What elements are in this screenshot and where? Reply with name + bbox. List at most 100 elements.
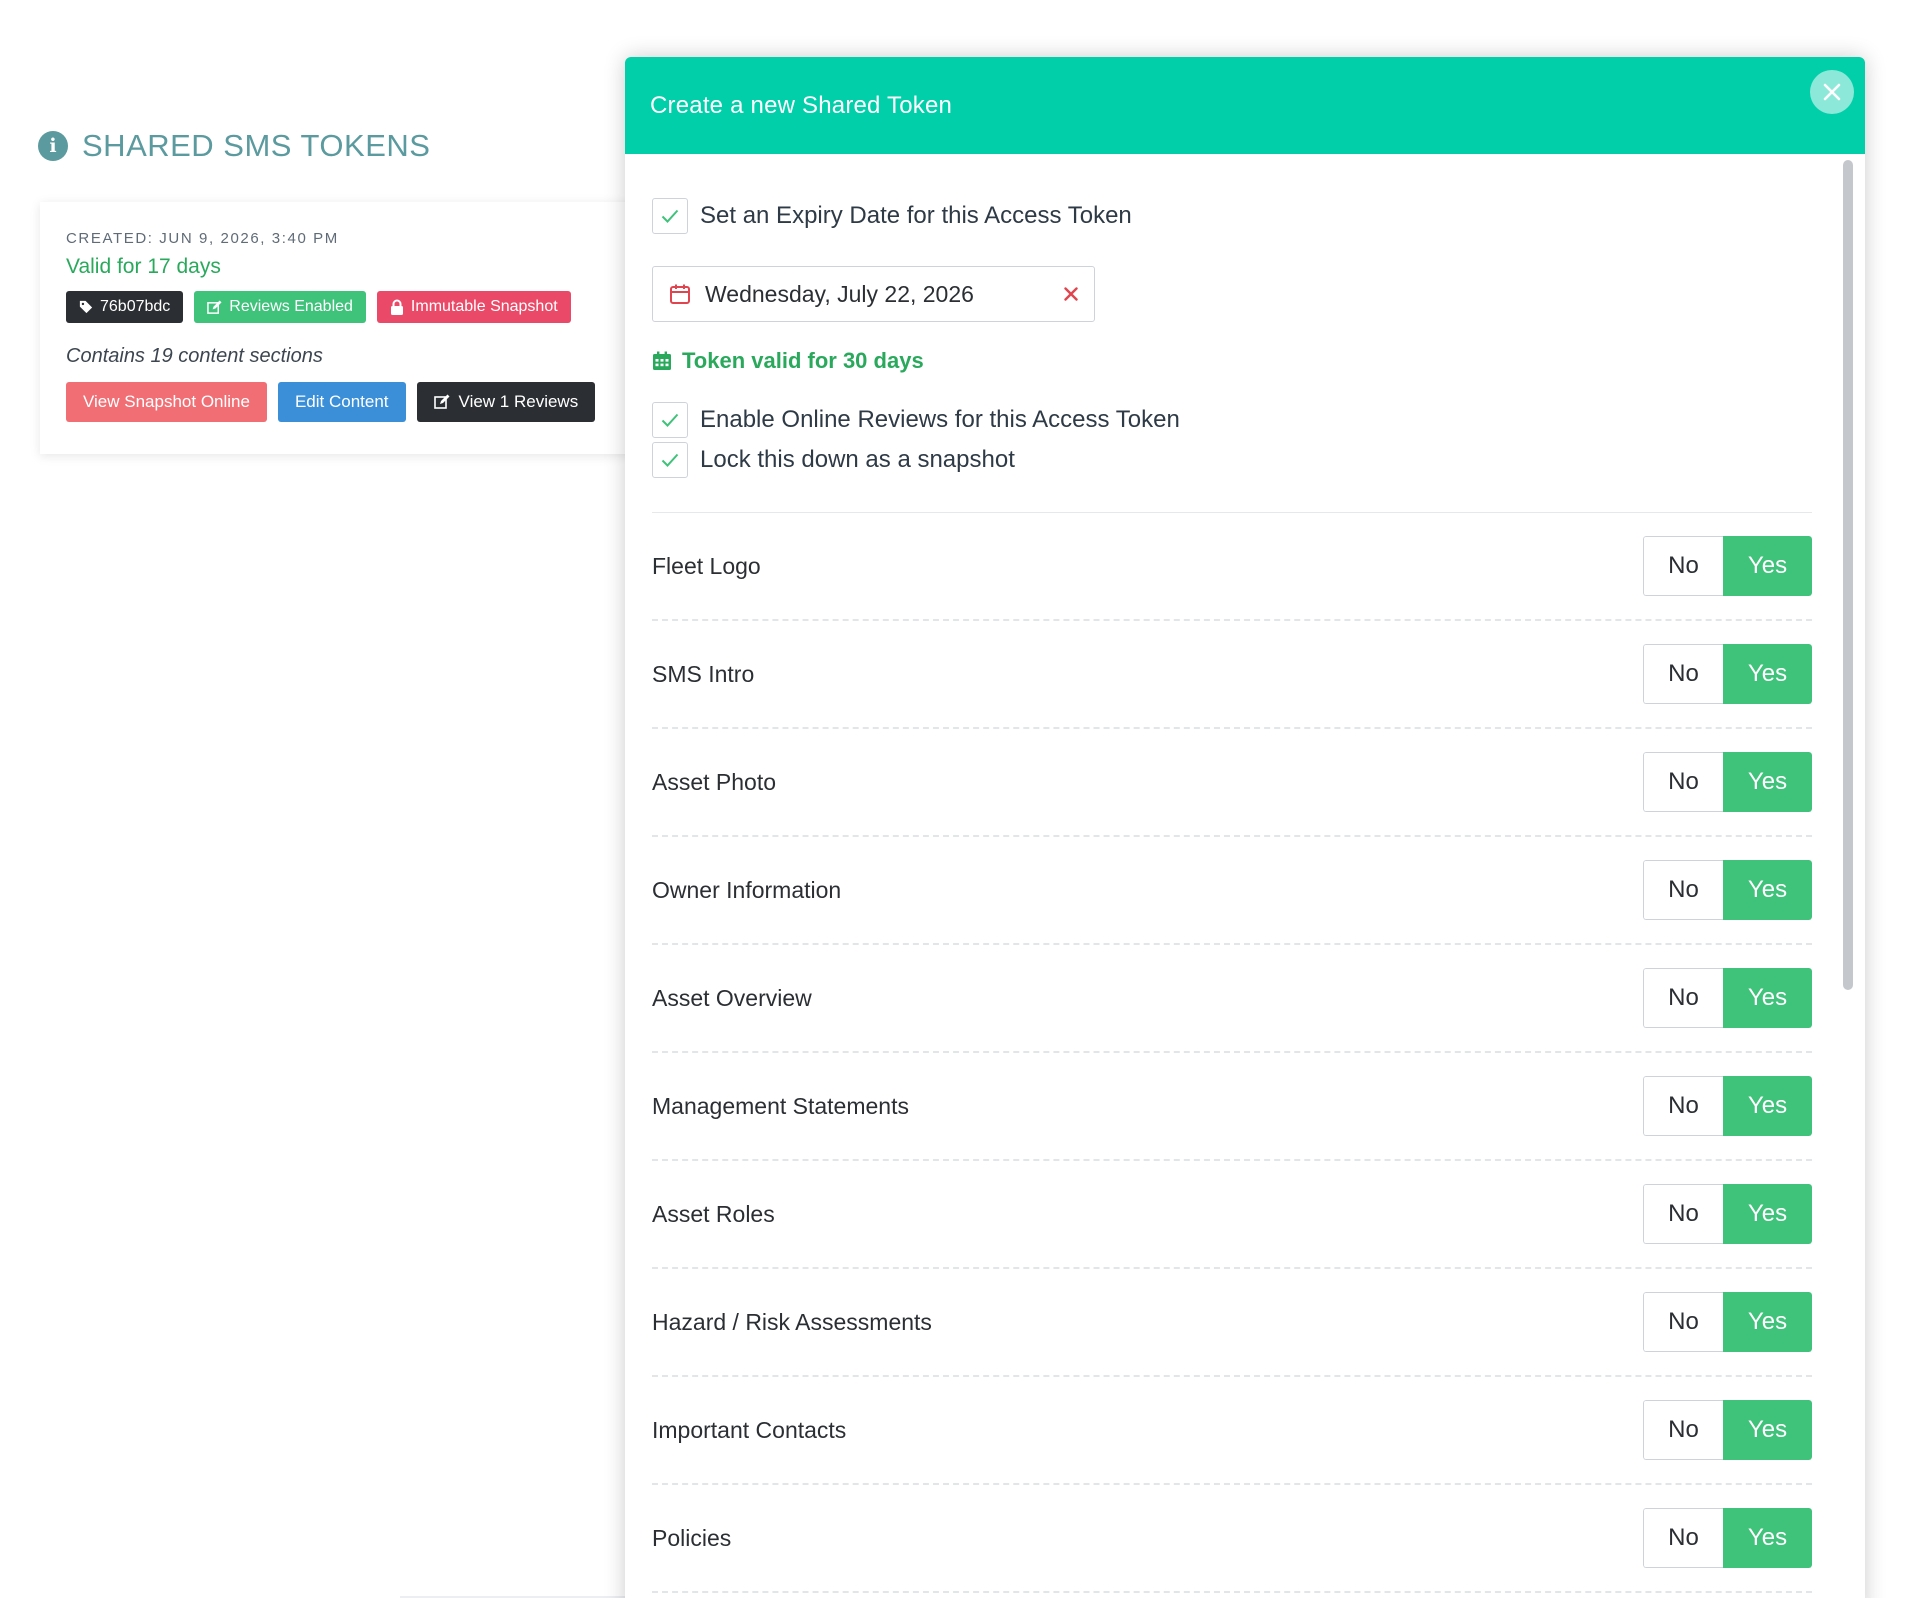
section-row: SMS Intro No Yes bbox=[652, 621, 1812, 729]
section-toggle: No Yes bbox=[1643, 860, 1812, 920]
close-button[interactable] bbox=[1810, 70, 1854, 114]
reviews-enabled-text: Reviews Enabled bbox=[229, 298, 353, 315]
expiry-date-value: Wednesday, July 22, 2026 bbox=[705, 280, 974, 307]
section-label: Fleet Logo bbox=[652, 552, 761, 579]
section-toggle: No Yes bbox=[1643, 1184, 1812, 1244]
expiry-date-option: Set an Expiry Date for this Access Token bbox=[652, 196, 1865, 236]
toggle-no-button[interactable]: No bbox=[1643, 1184, 1723, 1244]
section-label: Asset Overview bbox=[652, 984, 812, 1011]
token-badges: 76b07bdc Reviews Enabled Immutable Snaps… bbox=[66, 291, 640, 323]
section-row: Management Statements No Yes bbox=[652, 1053, 1812, 1161]
reviews-checkbox[interactable] bbox=[652, 402, 688, 438]
section-label: Policies bbox=[652, 1524, 732, 1551]
section-toggle: No Yes bbox=[1643, 752, 1812, 812]
toggle-no-button[interactable]: No bbox=[1643, 1076, 1723, 1136]
toggle-no-button[interactable]: No bbox=[1643, 644, 1723, 704]
section-toggle: No Yes bbox=[1643, 644, 1812, 704]
expiry-date-label: Set an Expiry Date for this Access Token bbox=[700, 202, 1132, 229]
check-icon bbox=[661, 453, 679, 467]
section-label: SMS Intro bbox=[652, 660, 755, 687]
token-card: CREATED: JUN 9, 2026, 3:40 PM Valid for … bbox=[40, 202, 640, 454]
section-row: Important Contacts No Yes bbox=[652, 1377, 1812, 1485]
section-row: Asset Roles No Yes bbox=[652, 1161, 1812, 1269]
section-row: Owner Information No Yes bbox=[652, 837, 1812, 945]
toggle-no-button[interactable]: No bbox=[1643, 536, 1723, 596]
section-toggle: No Yes bbox=[1643, 968, 1812, 1028]
section-toggle: No Yes bbox=[1643, 1508, 1812, 1568]
toggle-no-button[interactable]: No bbox=[1643, 752, 1723, 812]
modal-title: Create a new Shared Token bbox=[650, 91, 953, 119]
section-label: Asset Roles bbox=[652, 1200, 775, 1227]
expiry-date-field[interactable]: Wednesday, July 22, 2026 bbox=[652, 266, 1095, 322]
section-row: Fleet Logo No Yes bbox=[652, 513, 1812, 621]
toggle-yes-button[interactable]: Yes bbox=[1723, 968, 1812, 1028]
section-row: Asset Overview No Yes bbox=[652, 945, 1812, 1053]
toggle-yes-button[interactable]: Yes bbox=[1723, 1076, 1812, 1136]
edit-icon bbox=[207, 299, 222, 314]
expiry-date-checkbox[interactable] bbox=[652, 198, 688, 234]
section-label: Hazard / Risk Assessments bbox=[652, 1308, 932, 1335]
token-created-date: CREATED: JUN 9, 2026, 3:40 PM bbox=[66, 230, 339, 247]
section-label: Management Statements bbox=[652, 1092, 909, 1119]
close-icon bbox=[1823, 83, 1841, 101]
toggle-no-button[interactable]: No bbox=[1643, 860, 1723, 920]
toggle-no-button[interactable]: No bbox=[1643, 1508, 1723, 1568]
toggle-no-button[interactable]: No bbox=[1643, 1400, 1723, 1460]
toggle-yes-button[interactable]: Yes bbox=[1723, 860, 1812, 920]
snapshot-option: Lock this down as a snapshot bbox=[652, 440, 1865, 480]
toggle-yes-button[interactable]: Yes bbox=[1723, 752, 1812, 812]
token-valid-text: Token valid for 30 days bbox=[682, 348, 924, 373]
token-card-actions: View Snapshot Online Edit Content View 1… bbox=[66, 382, 640, 422]
reviews-option: Enable Online Reviews for this Access To… bbox=[652, 400, 1865, 440]
create-token-modal: Create a new Shared Token Set an Expiry … bbox=[625, 57, 1865, 1598]
modal-header: Create a new Shared Token bbox=[625, 57, 1865, 154]
view-reviews-label: View 1 Reviews bbox=[458, 392, 579, 411]
immutable-snapshot-badge: Immutable Snapshot bbox=[376, 291, 571, 323]
token-options: Enable Online Reviews for this Access To… bbox=[652, 400, 1865, 480]
section-label: Asset Photo bbox=[652, 768, 777, 795]
immutable-snapshot-text: Immutable Snapshot bbox=[410, 298, 558, 315]
view-snapshot-button[interactable]: View Snapshot Online bbox=[66, 382, 267, 422]
calendar-icon bbox=[670, 284, 690, 304]
toggle-yes-button[interactable]: Yes bbox=[1723, 536, 1812, 596]
section-toggle: No Yes bbox=[1643, 1292, 1812, 1352]
toggle-no-button[interactable]: No bbox=[1643, 968, 1723, 1028]
token-id-badge: 76b07bdc bbox=[66, 291, 184, 323]
section-label: Important Contacts bbox=[652, 1416, 847, 1443]
token-valid-note: Token valid for 30 days bbox=[652, 348, 1865, 374]
content-sections-count: Contains 19 content sections bbox=[66, 345, 323, 367]
reviews-label: Enable Online Reviews for this Access To… bbox=[700, 406, 1180, 433]
section-row: Hazard / Risk Assessments No Yes bbox=[652, 1269, 1812, 1377]
reviews-enabled-badge: Reviews Enabled bbox=[194, 291, 366, 323]
section-toggle: No Yes bbox=[1643, 536, 1812, 596]
section-toggle: No Yes bbox=[1643, 1400, 1812, 1460]
section-row: Asset Photo No Yes bbox=[652, 729, 1812, 837]
check-icon bbox=[661, 413, 679, 427]
section-toggle: No Yes bbox=[1643, 1076, 1812, 1136]
toggle-yes-button[interactable]: Yes bbox=[1723, 1400, 1812, 1460]
toggle-yes-button[interactable]: Yes bbox=[1723, 1292, 1812, 1352]
token-id-text: 76b07bdc bbox=[100, 298, 171, 315]
page-title: SHARED SMS TOKENS bbox=[82, 128, 431, 163]
snapshot-label: Lock this down as a snapshot bbox=[700, 446, 1015, 473]
edit-content-button[interactable]: Edit Content bbox=[277, 382, 406, 422]
calendar-grid-icon bbox=[653, 351, 671, 370]
section-row: Policies No Yes bbox=[652, 1485, 1812, 1593]
snapshot-checkbox[interactable] bbox=[652, 442, 688, 478]
info-icon: i bbox=[38, 131, 68, 161]
check-icon bbox=[661, 209, 679, 223]
app-root: i SHARED SMS TOKENS CREATED: JUN 9, 2026… bbox=[0, 0, 1918, 1598]
toggle-yes-button[interactable]: Yes bbox=[1723, 1508, 1812, 1568]
page-header: i SHARED SMS TOKENS bbox=[38, 128, 430, 164]
edit-icon bbox=[433, 394, 450, 409]
modal-body: Set an Expiry Date for this Access Token… bbox=[625, 154, 1865, 1593]
tag-icon bbox=[79, 300, 93, 314]
clear-date-button[interactable] bbox=[1064, 287, 1078, 301]
toggle-yes-button[interactable]: Yes bbox=[1723, 644, 1812, 704]
view-reviews-button[interactable]: View 1 Reviews bbox=[416, 382, 596, 422]
toggle-yes-button[interactable]: Yes bbox=[1723, 1184, 1812, 1244]
toggle-no-button[interactable]: No bbox=[1643, 1292, 1723, 1352]
token-validity: Valid for 17 days bbox=[66, 255, 221, 278]
clear-icon bbox=[1064, 287, 1078, 301]
content-section-list: Fleet Logo No Yes SMS Intro No Yes Asset… bbox=[652, 513, 1812, 1593]
